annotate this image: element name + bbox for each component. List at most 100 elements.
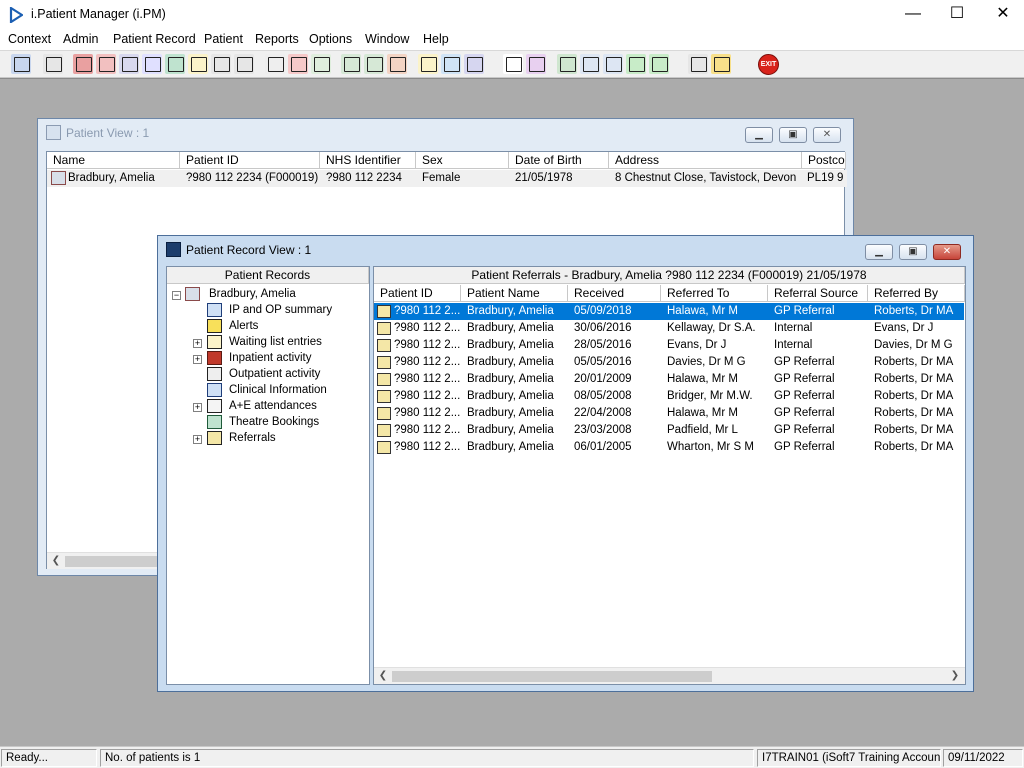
list-icon[interactable]: [311, 54, 331, 74]
child-restore-button[interactable]: ▣: [779, 127, 807, 143]
column-header-name[interactable]: Name: [47, 152, 180, 169]
refresh-icon[interactable]: [649, 54, 669, 74]
maximize-button[interactable]: ☐: [934, 0, 980, 30]
outbox-icon[interactable]: [603, 54, 623, 74]
referral-referred-to: Kellaway, Dr S.A.: [667, 322, 756, 334]
tree-expand-icon[interactable]: +: [193, 435, 202, 444]
horizontal-scrollbar[interactable]: ❮ ❯: [374, 667, 965, 684]
column-header-dob[interactable]: Date of Birth: [509, 152, 609, 169]
patient-id: ?980 112 2234 (F000019): [186, 172, 319, 184]
column-header-sex[interactable]: Sex: [416, 152, 509, 169]
menu-options[interactable]: Options: [309, 32, 352, 46]
referral-referred-by: Roberts, Dr MA: [874, 373, 954, 385]
column-header-patient-id[interactable]: Patient ID: [374, 285, 461, 302]
tree-item-label: Outpatient activity: [229, 368, 321, 380]
tree-expand-icon[interactable]: +: [193, 339, 202, 348]
referral-icon: [377, 373, 391, 386]
bar-chart-icon[interactable]: [526, 54, 546, 74]
doctor-icon: [207, 383, 222, 397]
referral-patient-name: Bradbury, Amelia: [467, 390, 554, 402]
table-row[interactable]: ?980 112 2... Bradbury, Amelia 22/04/2008 H…: [374, 405, 964, 422]
warning-icon[interactable]: [711, 54, 731, 74]
notes-icon[interactable]: [96, 54, 116, 74]
table-row[interactable]: Bradbury, Amelia ?980 112 2234 (F000019)…: [47, 170, 847, 187]
ambulance-icon: [207, 399, 222, 413]
exit-icon[interactable]: EXIT: [758, 54, 779, 75]
menu-help[interactable]: Help: [423, 32, 449, 46]
bed-icon[interactable]: [441, 54, 461, 74]
referral-patient-id: ?980 112 2...: [394, 441, 460, 453]
ambulance-icon[interactable]: [234, 54, 254, 74]
dial-icon[interactable]: [387, 54, 407, 74]
swap-icon[interactable]: [688, 54, 708, 74]
patient-view-titlebar[interactable]: Patient View : 1 ▁ ▣ ✕: [38, 119, 853, 147]
m-icon[interactable]: [142, 54, 162, 74]
column-header-received[interactable]: Received: [568, 285, 661, 302]
column-header-patient-name[interactable]: Patient Name: [461, 285, 568, 302]
child-restore-button[interactable]: ▣: [899, 244, 927, 260]
car-icon[interactable]: [211, 54, 231, 74]
scroll-thumb[interactable]: [392, 671, 712, 682]
referral-referred-by: Roberts, Dr MA: [874, 424, 954, 436]
patient-icon[interactable]: [11, 54, 31, 74]
table-row[interactable]: ?980 112 2... Bradbury, Amelia 30/06/2016 K…: [374, 320, 964, 337]
close-button[interactable]: ✕: [980, 0, 1024, 30]
document-edit-icon[interactable]: [188, 54, 208, 74]
table-row[interactable]: ?980 112 2... Bradbury, Amelia 05/09/2018 H…: [374, 303, 964, 320]
book-icon[interactable]: [73, 54, 93, 74]
tree-item-label: Referrals: [229, 432, 276, 444]
record-view-titlebar[interactable]: Patient Record View : 1 ▁ ▣ ✕: [158, 236, 973, 264]
column-header-referral-source[interactable]: Referral Source: [768, 285, 868, 302]
menu-window[interactable]: Window: [365, 32, 409, 46]
calendar-icon[interactable]: [364, 54, 384, 74]
scroll-left-icon[interactable]: ❮: [49, 554, 63, 568]
table-row[interactable]: ?980 112 2... Bradbury, Amelia 23/03/2008 P…: [374, 422, 964, 439]
table-row[interactable]: ?980 112 2... Bradbury, Amelia 20/01/2009 H…: [374, 371, 964, 388]
table-row[interactable]: ?980 112 2... Bradbury, Amelia 08/05/2008 B…: [374, 388, 964, 405]
tree-expand-icon[interactable]: +: [193, 355, 202, 364]
doctor-icon[interactable]: [165, 54, 185, 74]
column-header-address[interactable]: Address: [609, 152, 802, 169]
referral-icon: [377, 441, 391, 454]
mail-cancel-icon[interactable]: [265, 54, 285, 74]
scroll-thumb[interactable]: [65, 556, 160, 567]
tree-expand-icon[interactable]: +: [193, 403, 202, 412]
download-icon[interactable]: [626, 54, 646, 74]
table-row[interactable]: ?980 112 2... Bradbury, Amelia 06/01/2005 W…: [374, 439, 964, 456]
memo-icon[interactable]: [418, 54, 438, 74]
menu-reports[interactable]: Reports: [255, 32, 299, 46]
table-row[interactable]: ?980 112 2... Bradbury, Amelia 05/05/2016 D…: [374, 354, 964, 371]
surgeon-icon: [207, 415, 222, 429]
menu-patient[interactable]: Patient: [204, 32, 243, 46]
status-ready: Ready...: [1, 749, 97, 767]
transfer-icon[interactable]: [464, 54, 484, 74]
table-row[interactable]: ?980 112 2... Bradbury, Amelia 28/05/2016 E…: [374, 337, 964, 354]
inbox-icon[interactable]: [580, 54, 600, 74]
globe-icon[interactable]: [557, 54, 577, 74]
patient-view-title: Patient View : 1: [66, 126, 150, 140]
doctor-icon: [207, 303, 222, 317]
child-close-button[interactable]: ✕: [933, 244, 961, 260]
minimize-button[interactable]: —: [890, 0, 936, 30]
clock-icon[interactable]: [288, 54, 308, 74]
scroll-right-icon[interactable]: ❯: [948, 669, 962, 683]
column-header-patient-id[interactable]: Patient ID: [180, 152, 320, 169]
child-minimize-button[interactable]: ▁: [745, 127, 773, 143]
scroll-left-icon[interactable]: ❮: [376, 669, 390, 683]
tree-collapse-icon[interactable]: −: [172, 291, 181, 300]
child-minimize-button[interactable]: ▁: [865, 244, 893, 260]
column-header-nhs[interactable]: NHS Identifier: [320, 152, 416, 169]
referral-source: Internal: [774, 339, 813, 351]
note-icon[interactable]: [341, 54, 361, 74]
column-header-referred-to[interactable]: Referred To: [661, 285, 768, 302]
referral-received: 05/05/2016: [574, 356, 632, 368]
menu-patient-record[interactable]: Patient Record: [113, 32, 196, 46]
column-header-referred-by[interactable]: Referred By: [868, 285, 965, 302]
menu-context[interactable]: Context: [8, 32, 51, 46]
child-close-button[interactable]: ✕: [813, 127, 841, 143]
scanner-icon[interactable]: [119, 54, 139, 74]
printer-icon[interactable]: [43, 54, 63, 74]
column-header-postcode[interactable]: Postcoc: [802, 152, 846, 169]
page-icon[interactable]: [503, 54, 523, 74]
menu-admin[interactable]: Admin: [63, 32, 98, 46]
